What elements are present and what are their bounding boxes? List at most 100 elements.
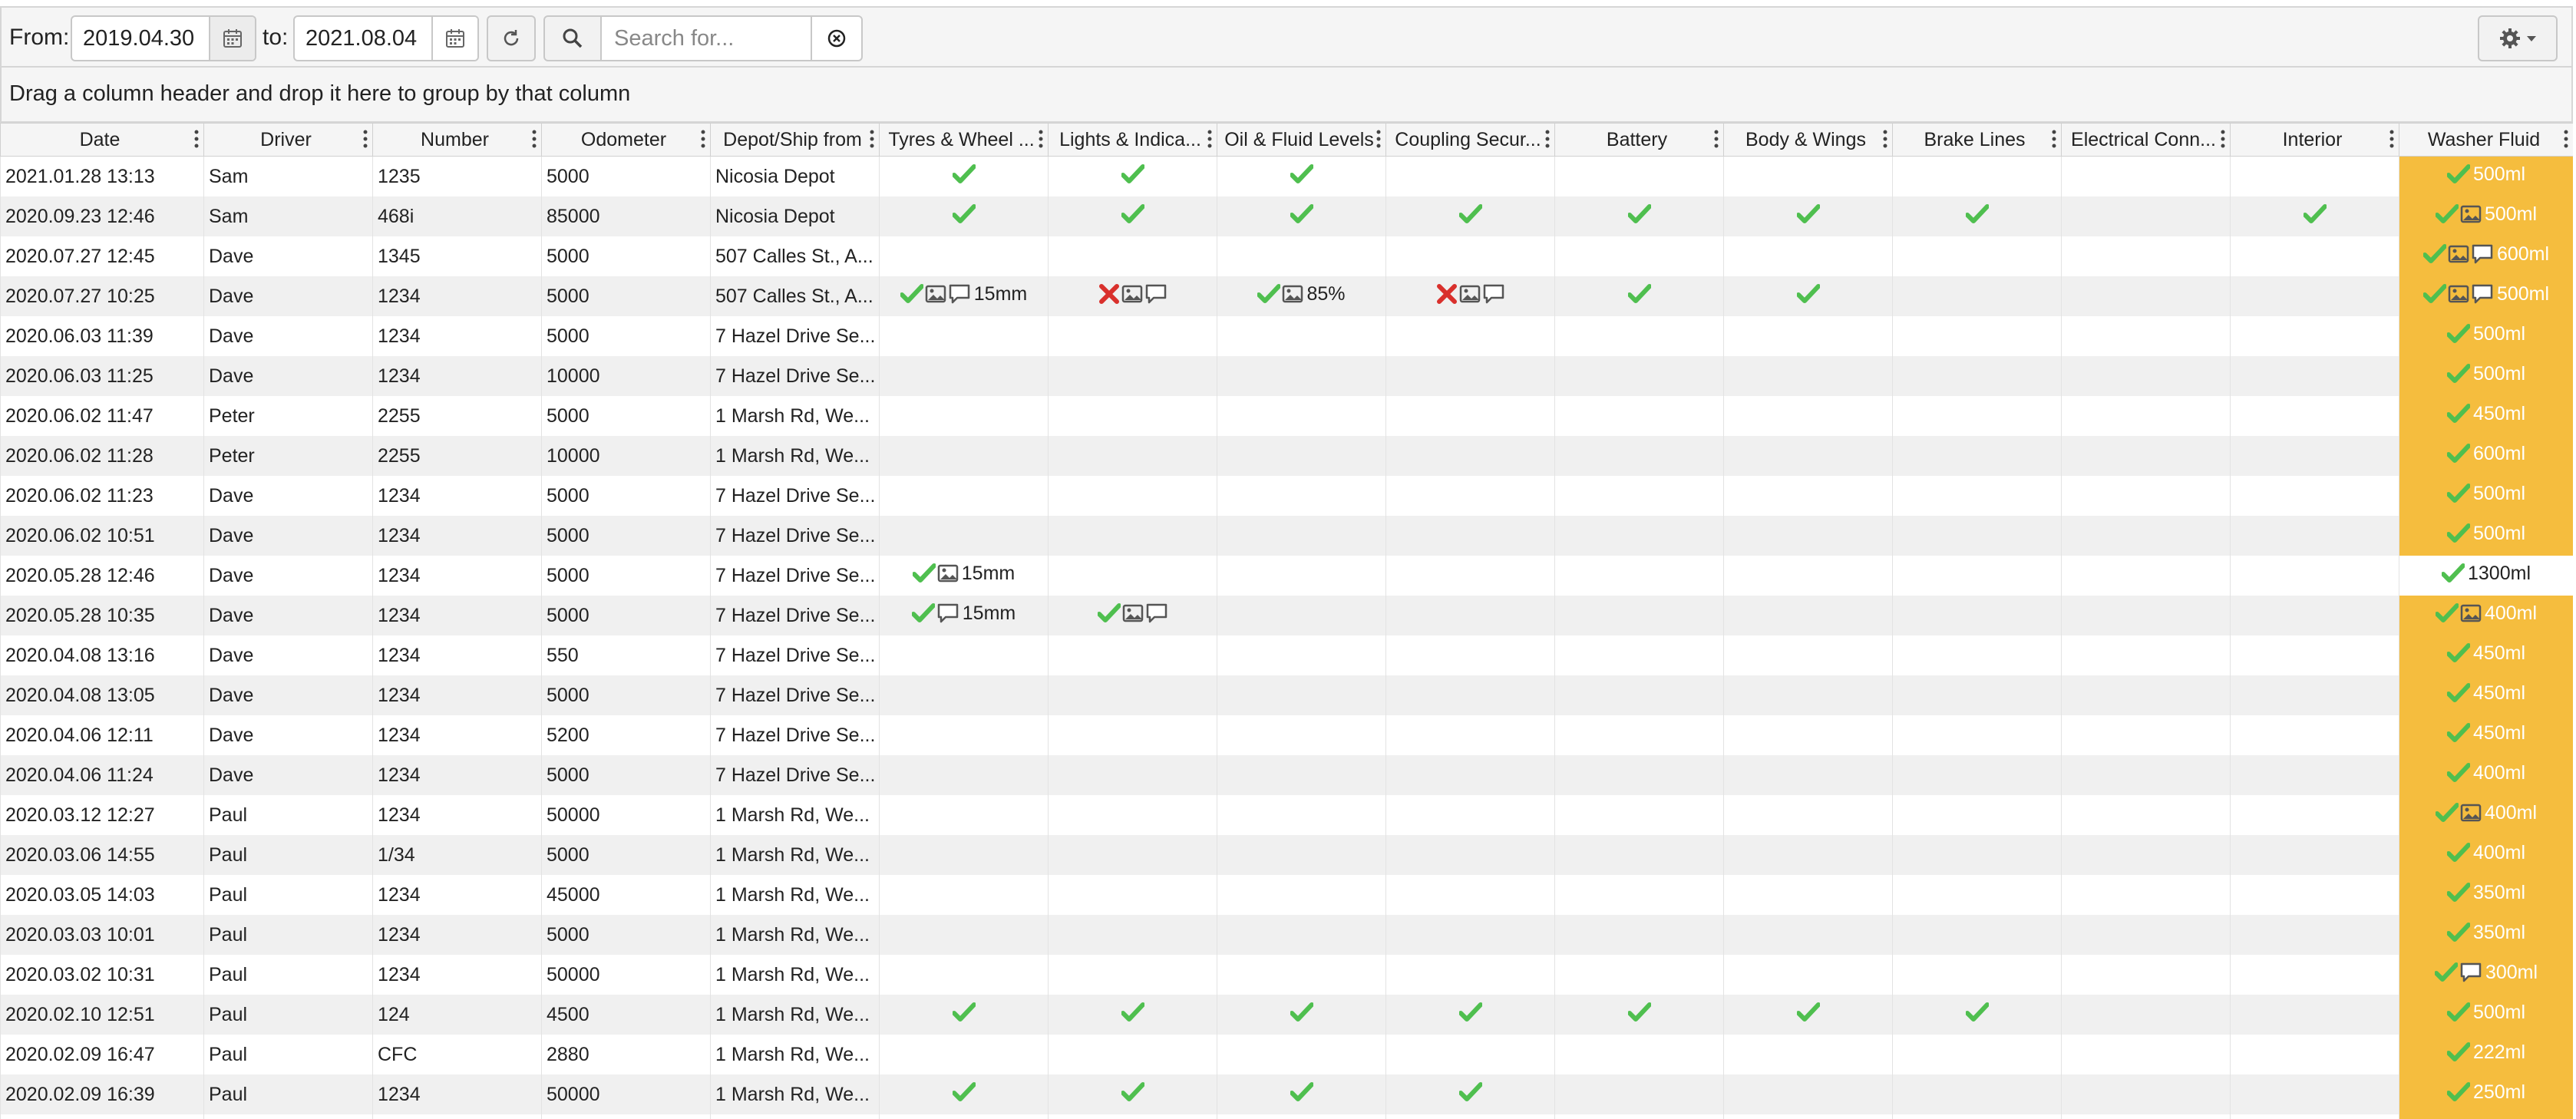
table-row[interactable]: 2020.03.06 14:55 Paul 1/34 5000 1 Marsh Rd, … — [0, 835, 2573, 875]
column-menu-icon[interactable] — [194, 129, 199, 149]
table-row[interactable]: 2020.06.02 11:28 Peter 2255 10000 1 Marsh Rd… — [0, 436, 2573, 476]
table-row[interactable]: 2020.06.02 11:23 Dave 1234 5000 7 Hazel Driv… — [0, 476, 2573, 516]
cell-check — [879, 196, 1049, 236]
column-menu-icon[interactable] — [1376, 129, 1381, 149]
column-header[interactable]: Body & Wings — [1723, 123, 1893, 157]
table-row[interactable]: 2020.07.27 12:45 Dave 1345 5000 507 Calles S… — [0, 236, 2573, 276]
table-row[interactable]: 2020.02.09 16:39 Paul 1234 50000 1 Marsh Rd,… — [0, 1074, 2573, 1114]
table-row[interactable]: 2020.04.08 13:05 Dave 1234 5000 7 Hazel Driv… — [0, 675, 2573, 715]
column-menu-icon[interactable] — [1039, 129, 1043, 149]
cell-depot: 7 Hazel Drive Se... — [710, 516, 880, 556]
column-header[interactable]: Odometer — [541, 123, 711, 157]
column-menu-icon[interactable] — [363, 129, 368, 149]
table-row[interactable]: 2020.06.03 11:39 Dave 1234 5000 7 Hazel Driv… — [0, 316, 2573, 356]
table-row[interactable]: 2020.06.02 10:51 Dave 1234 5000 7 Hazel Driv… — [0, 516, 2573, 556]
column-menu-icon[interactable] — [2564, 129, 2568, 149]
column-header[interactable]: Coupling Secur... — [1385, 123, 1555, 157]
column-header[interactable]: Number — [372, 123, 542, 157]
table-row[interactable]: 2020.05.28 12:46 Dave 1234 5000 7 Hazel Driv… — [0, 556, 2573, 596]
search-input[interactable] — [602, 17, 817, 60]
table-row[interactable]: 2020.09.23 12:46 Sam 468i 85000 Nicosia Depo… — [0, 196, 2573, 236]
calendar-icon — [223, 29, 242, 48]
group-by-panel[interactable]: Drag a column header and drop it here to… — [0, 68, 2573, 123]
to-date-picker[interactable] — [293, 15, 479, 61]
table-row[interactable]: 2020.03.12 12:27 Paul 1234 50000 1 Marsh Rd,… — [0, 795, 2573, 835]
cell-driver: Sam — [203, 156, 373, 196]
cell-check — [1892, 396, 2062, 436]
column-menu-icon[interactable] — [1545, 129, 1550, 149]
clear-search-button[interactable] — [811, 17, 861, 60]
table-row[interactable]: 2020.07.27 10:25 Dave 1234 5000 507 Calles S… — [0, 276, 2573, 316]
cell-check — [1217, 556, 1386, 596]
column-menu-icon[interactable] — [1207, 129, 1212, 149]
cell-check — [1048, 995, 1217, 1035]
gear-icon — [2500, 28, 2520, 48]
table-row[interactable]: 2020.03.02 10:31 Paul 1234 50000 1 Marsh Rd,… — [0, 955, 2573, 995]
table-row[interactable]: 2020.03.05 14:03 Paul 1234 45000 1 Marsh Rd,… — [0, 875, 2573, 915]
cell-check — [879, 875, 1049, 915]
column-header[interactable]: Tyres & Wheel ... — [879, 123, 1049, 157]
check-icon — [2446, 1002, 2470, 1022]
from-calendar-button[interactable] — [209, 17, 255, 60]
column-header[interactable]: Washer Fluid — [2399, 123, 2573, 157]
cell-check — [2061, 795, 2231, 835]
cell-washer-fluid: 400ml — [2399, 596, 2573, 635]
column-header[interactable]: Brake Lines — [1892, 123, 2062, 157]
column-header[interactable]: Interior — [2230, 123, 2399, 157]
column-menu-icon[interactable] — [1883, 129, 1887, 149]
column-header[interactable]: Driver — [203, 123, 373, 157]
to-calendar-button[interactable] — [431, 17, 477, 60]
table-row[interactable]: 2020.04.06 11:24 Dave 1234 5000 7 Hazel Driv… — [0, 755, 2573, 795]
column-header[interactable]: Depot/Ship from — [710, 123, 880, 157]
cell-check — [2061, 556, 2231, 596]
table-row[interactable]: 2020.06.03 11:25 Dave 1234 10000 7 Hazel Dri… — [0, 356, 2573, 396]
column-menu-icon[interactable] — [2052, 129, 2056, 149]
check-icon — [2446, 523, 2470, 543]
refresh-button[interactable] — [487, 15, 536, 61]
cell-check — [2230, 516, 2399, 556]
cell-check — [879, 1114, 1049, 1119]
table-row[interactable]: 2020.04.06 12:11 Dave 1234 5200 7 Hazel Driv… — [0, 715, 2573, 755]
table-row[interactable]: 2020.02.10 12:51 Paul 124 4500 1 Marsh Rd, W… — [0, 995, 2573, 1035]
column-header[interactable]: Lights & Indica... — [1048, 123, 1217, 157]
table-row[interactable]: 2021.01.28 13:13 Sam 1235 5000 Nicosia Depot… — [0, 156, 2573, 196]
column-menu-icon[interactable] — [2221, 129, 2225, 149]
cell-washer-fluid: 500ml — [2399, 196, 2573, 236]
column-menu-icon[interactable] — [2389, 129, 2394, 149]
column-header-label: Washer Fluid — [2427, 128, 2541, 150]
from-date-input[interactable] — [72, 17, 212, 60]
table-row[interactable]: 2020.02.09 16:30Paul1234500001 Marsh Rd,… — [0, 1114, 2573, 1119]
check-icon — [2446, 324, 2470, 344]
column-header[interactable]: Oil & Fluid Levels — [1217, 123, 1386, 157]
cell-odometer: 5000 — [541, 596, 711, 635]
cell-date: 2020.03.12 12:27 — [0, 795, 204, 835]
cell-check — [879, 915, 1049, 955]
table-row[interactable]: 2020.04.08 13:16 Dave 1234 550 7 Hazel Drive… — [0, 635, 2573, 675]
from-date-picker[interactable] — [71, 15, 256, 61]
settings-menu-button[interactable] — [2478, 15, 2558, 61]
to-date-input[interactable] — [295, 17, 434, 60]
column-header[interactable]: Electrical Conn... — [2061, 123, 2231, 157]
table-row[interactable]: 2020.06.02 11:47 Peter 2255 5000 1 Marsh Rd,… — [0, 396, 2573, 436]
cell-date: 2020.03.06 14:55 — [0, 835, 204, 875]
column-header[interactable]: Battery — [1554, 123, 1724, 157]
column-menu-icon[interactable] — [870, 129, 874, 149]
cell-odometer: 10000 — [541, 356, 711, 396]
cell-driver: Paul — [203, 1074, 373, 1114]
cell-number: 2255 — [372, 396, 542, 436]
cell-check — [1385, 675, 1555, 715]
column-header[interactable]: Date — [0, 123, 204, 157]
search-field[interactable] — [600, 15, 863, 61]
washer-value: 350ml — [2472, 921, 2526, 943]
search-button[interactable] — [543, 15, 602, 61]
column-menu-icon[interactable] — [701, 129, 705, 149]
cell-depot: 7 Hazel Drive Se... — [710, 356, 880, 396]
column-menu-icon[interactable] — [1714, 129, 1719, 149]
table-row[interactable]: 2020.02.09 16:47 Paul CFC 2880 1 Marsh Rd, W… — [0, 1035, 2573, 1074]
column-header-label: Oil & Fluid Levels — [1224, 128, 1374, 150]
column-menu-icon[interactable] — [532, 129, 537, 149]
cell-check — [2230, 955, 2399, 995]
cell-check — [1554, 516, 1724, 556]
table-row[interactable]: 2020.05.28 10:35 Dave 1234 5000 7 Hazel Driv… — [0, 596, 2573, 635]
table-row[interactable]: 2020.03.03 10:01 Paul 1234 5000 1 Marsh Rd, … — [0, 915, 2573, 955]
